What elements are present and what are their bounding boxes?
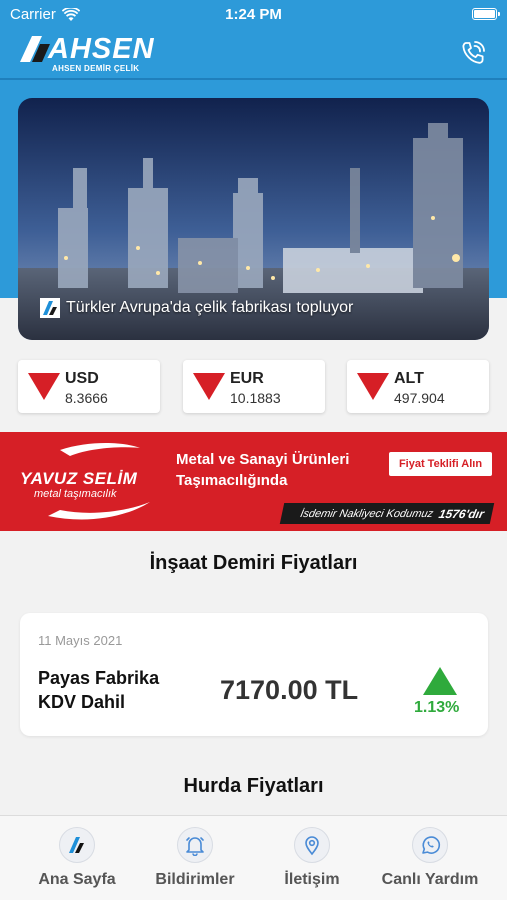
trend-down-icon: [193, 373, 225, 400]
logo-subtitle: AHSEN DEMİR ÇELİK: [52, 64, 140, 73]
price-date: 11 Mayıs 2021: [38, 633, 123, 648]
battery-icon: [472, 8, 500, 20]
price-change: 1.13%: [414, 699, 460, 716]
ad-brand: YAVUZ SELİM: [20, 469, 138, 488]
exchange-rates: USD 8.3666 EUR 10.1883 ALT 497.904: [18, 360, 489, 413]
rate-card-eur[interactable]: EUR 10.1883: [183, 360, 325, 413]
bell-icon: [177, 827, 213, 863]
ad-code-bar: İsdemir Nakliyeci Kodumuz 1576'dır: [279, 503, 495, 524]
tab-label: Canlı Yardım: [381, 871, 479, 888]
location-pin-icon: [294, 827, 330, 863]
trend-down-icon: [357, 373, 389, 400]
whatsapp-icon: [412, 827, 448, 863]
rate-code: EUR: [230, 370, 264, 387]
banner-caption-text: Türkler Avrupa'da çelik fabrikası topluy…: [66, 299, 354, 316]
rate-value: 8.3666: [65, 390, 108, 406]
tab-label: Bildirimler: [155, 871, 235, 888]
rebar-price-card[interactable]: 11 Mayıs 2021 Payas Fabrika KDV Dahil 71…: [20, 613, 488, 736]
home-logo-icon: [59, 827, 95, 863]
trend-down-icon: [28, 373, 60, 400]
ad-brand-subtitle: metal taşımacılık: [34, 488, 117, 500]
status-time: 1:24 PM: [225, 6, 282, 23]
scrap-prices-title: Hurda Fiyatları: [183, 775, 324, 797]
tab-notifications[interactable]: Bildirimler: [132, 816, 258, 900]
advertisement-banner[interactable]: YAVUZ SELİM metal taşımacılık Metal ve S…: [0, 432, 507, 531]
price-label: Payas Fabrika KDV Dahil: [38, 668, 160, 712]
tab-label: Ana Sayfa: [38, 871, 116, 888]
app-logo: AHSEN AHSEN DEMİR ÇELİK: [18, 32, 158, 74]
logo-wordmark: AHSEN: [48, 33, 155, 65]
price-value: 7170.00 TL: [220, 675, 359, 705]
bottom-tab-bar: Ana Sayfa Bildirimler İletişim Canlı Yar…: [0, 815, 507, 900]
rate-value: 497.904: [394, 390, 445, 406]
rate-card-alt[interactable]: ALT 497.904: [347, 360, 489, 413]
ahsen-logo-mark-icon: [20, 36, 50, 62]
ad-code-text: İsdemir Nakliyeci Kodumuz: [299, 507, 435, 520]
news-logo-icon: [40, 298, 60, 318]
quote-request-button[interactable]: Fiyat Teklifi Alın: [389, 452, 492, 476]
rate-code: USD: [65, 370, 99, 387]
trend-up-icon: [423, 667, 457, 695]
tab-contact[interactable]: İletişim: [249, 816, 375, 900]
tab-live-help[interactable]: Canlı Yardım: [367, 816, 493, 900]
rate-card-usd[interactable]: USD 8.3666: [18, 360, 160, 413]
phone-call-icon[interactable]: [458, 38, 488, 68]
rate-value: 10.1883: [230, 390, 281, 406]
header-divider: [0, 78, 507, 80]
rebar-prices-title: İnşaat Demiri Fiyatları: [149, 552, 358, 574]
status-bar: Carrier 1:24 PM: [0, 0, 507, 28]
rate-code: ALT: [394, 370, 424, 387]
ad-code-value: 1576'dır: [437, 506, 486, 521]
ad-headline: Metal ve Sanayi Ürünleri Taşımacılığında: [176, 451, 350, 489]
news-banner[interactable]: Türkler Avrupa'da çelik fabrikası topluy…: [18, 98, 489, 340]
banner-caption: Türkler Avrupa'da çelik fabrikası topluy…: [40, 298, 353, 318]
tab-label: İletişim: [284, 871, 340, 888]
tab-home[interactable]: Ana Sayfa: [14, 816, 140, 900]
